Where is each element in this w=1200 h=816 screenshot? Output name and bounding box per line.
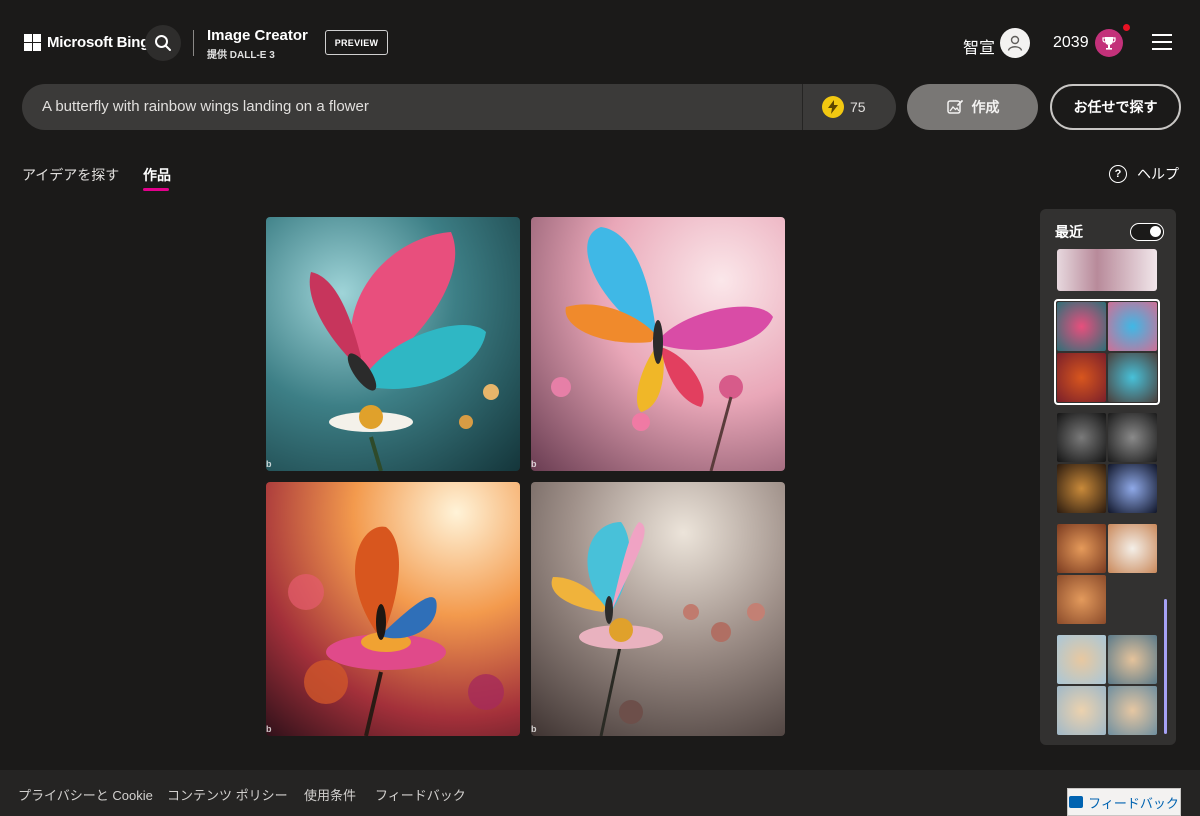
brand-name: Microsoft Bing [47, 34, 150, 51]
footer-terms-link[interactable]: 使用条件 [304, 785, 356, 804]
search-icon [155, 35, 171, 51]
feedback-button[interactable]: フィードバック [1067, 788, 1181, 816]
prompt-input[interactable]: A butterfly with rainbow wings landing o… [22, 84, 896, 130]
generated-image-1[interactable]: b [266, 217, 520, 471]
help-link[interactable]: ? ヘルプ [1109, 164, 1179, 184]
butterfly-image [309, 232, 499, 471]
tab-creations[interactable]: 作品 [143, 165, 171, 185]
butterfly-image [551, 227, 773, 471]
recent-item-2[interactable] [1057, 302, 1157, 402]
recent-panel: 最近 [1040, 209, 1176, 745]
generated-image-3[interactable]: b [266, 482, 520, 736]
create-image-icon [946, 100, 963, 114]
recent-item-4[interactable] [1057, 524, 1157, 624]
recent-toggle[interactable] [1130, 223, 1164, 241]
bing-watermark-icon: b [531, 724, 537, 734]
butterfly-image [551, 522, 765, 736]
create-button-label: 作成 [971, 99, 1000, 115]
boost-count: 75 [850, 99, 866, 115]
rewards-points[interactable]: 2039 [1053, 34, 1089, 52]
feedback-icon [1069, 796, 1084, 808]
hamburger-menu-icon[interactable] [1152, 34, 1172, 50]
generated-image-4[interactable]: b [531, 482, 785, 736]
notification-dot [1123, 24, 1130, 31]
butterfly-image [288, 526, 504, 736]
recent-item-3[interactable] [1057, 413, 1157, 513]
toggle-knob [1150, 226, 1161, 237]
preview-badge: PREVIEW [325, 30, 388, 55]
app-subtitle: 提供 DALL-E 3 [207, 50, 275, 61]
active-tab-indicator [143, 188, 169, 191]
trophy-icon [1102, 37, 1116, 50]
header: Microsoft Bing Image Creator 提供 DALL-E 3… [0, 0, 1200, 84]
recent-title: 最近 [1055, 224, 1083, 240]
search-button[interactable] [145, 25, 181, 61]
footer-feedback-link[interactable]: フィードバック [375, 785, 466, 804]
windows-logo-icon [24, 34, 41, 51]
recent-item-1[interactable] [1057, 249, 1157, 291]
bing-watermark-icon: b [266, 724, 272, 734]
help-icon: ? [1109, 165, 1127, 183]
help-label: ヘルプ [1137, 166, 1179, 182]
feedback-button-label: フィードバック [1088, 795, 1179, 811]
recent-scrollbar[interactable] [1164, 599, 1167, 734]
prompt-text[interactable]: A butterfly with rainbow wings landing o… [42, 98, 369, 115]
recent-item-5[interactable] [1057, 635, 1157, 735]
app-title[interactable]: Image Creator [207, 27, 308, 44]
tab-explore-ideas[interactable]: アイデアを探す [22, 165, 119, 185]
create-button[interactable]: 作成 [907, 84, 1038, 130]
generated-image-2[interactable]: b [531, 217, 785, 471]
footer: プライバシーと Cookie コンテンツ ポリシー 使用条件 フィードバック [0, 770, 1200, 816]
avatar[interactable] [1000, 28, 1030, 58]
bing-watermark-icon: b [266, 459, 272, 469]
footer-content-policy-link[interactable]: コンテンツ ポリシー [167, 785, 288, 804]
bing-watermark-icon: b [531, 459, 537, 469]
prompt-divider [802, 84, 803, 130]
user-icon [1007, 35, 1023, 51]
surprise-me-button[interactable]: お任せで探す [1050, 84, 1181, 130]
rewards-button[interactable] [1095, 29, 1123, 57]
microsoft-bing-logo[interactable]: Microsoft Bing [24, 34, 149, 51]
user-name[interactable]: 智宣 [963, 34, 995, 58]
boost-icon [822, 96, 844, 118]
footer-privacy-link[interactable]: プライバシーと Cookie [18, 785, 153, 804]
header-divider [193, 30, 194, 56]
